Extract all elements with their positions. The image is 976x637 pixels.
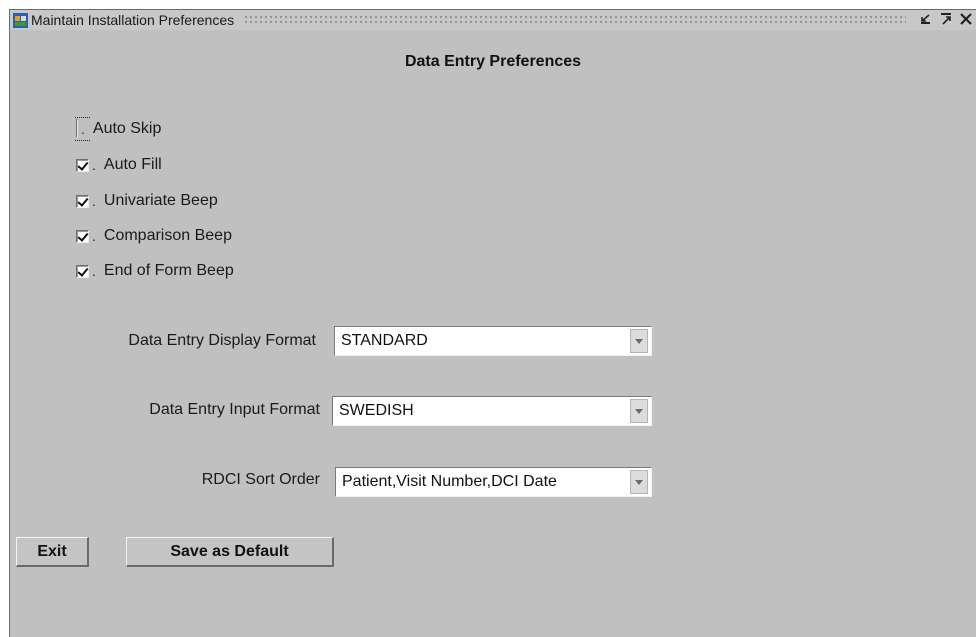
comparison-beep-checkbox[interactable] [76, 229, 89, 243]
input-format-dropdown-button[interactable] [630, 399, 648, 423]
auto-skip-checkbox[interactable] [76, 119, 78, 138]
chevron-down-icon [635, 479, 643, 485]
display-format-label: Data Entry Display Format [128, 332, 316, 349]
end-of-form-beep-checkbox[interactable] [76, 264, 89, 278]
comparison-beep-row[interactable]: . Comparison Beep [76, 226, 232, 246]
display-format-value: STANDARD [341, 332, 428, 349]
auto-fill-checkbox[interactable] [76, 158, 89, 172]
input-format-select[interactable]: SWEDISH [332, 396, 652, 426]
app-icon [13, 12, 28, 28]
save-as-default-button[interactable]: Save as Default [126, 537, 334, 567]
sort-order-select[interactable]: Patient,Visit Number,DCI Date [335, 467, 652, 497]
title-bar-pattern [244, 15, 906, 25]
auto-fill-row[interactable]: . Auto Fill [76, 155, 162, 175]
auto-fill-label: Auto Fill [103, 156, 162, 173]
comparison-beep-label: Comparison Beep [103, 227, 232, 244]
display-format-dropdown-button[interactable] [630, 329, 648, 353]
input-format-value: SWEDISH [339, 402, 414, 419]
section-heading: Data Entry Preferences [404, 53, 582, 70]
end-of-form-beep-label: End of Form Beep [103, 262, 234, 279]
sort-order-label: RDCI Sort Order [201, 471, 320, 488]
end-of-form-beep-row[interactable]: . End of Form Beep [76, 261, 234, 281]
auto-skip-row[interactable]: . Auto Skip [75, 117, 162, 141]
display-format-select[interactable]: STANDARD [334, 326, 652, 356]
minimize-icon[interactable] [918, 12, 934, 28]
close-icon[interactable] [958, 12, 974, 28]
maximize-icon[interactable] [938, 12, 954, 28]
univariate-beep-label: Univariate Beep [103, 192, 218, 209]
window-controls [918, 12, 974, 28]
exit-button[interactable]: Exit [16, 537, 89, 567]
sort-order-dropdown-button[interactable] [630, 470, 648, 494]
chevron-down-icon [635, 408, 643, 414]
focus-indicator [75, 117, 90, 141]
preferences-window: Maintain Installation Preferences Data E… [9, 9, 976, 637]
univariate-beep-row[interactable]: . Univariate Beep [76, 191, 218, 211]
auto-skip-label: Auto Skip [92, 120, 162, 137]
chevron-down-icon [635, 338, 643, 344]
title-bar[interactable]: Maintain Installation Preferences [10, 10, 976, 30]
window-title: Maintain Installation Preferences [31, 12, 235, 28]
sort-order-value: Patient,Visit Number,DCI Date [342, 473, 557, 490]
univariate-beep-checkbox[interactable] [76, 194, 89, 208]
input-format-label: Data Entry Input Format [149, 401, 320, 418]
